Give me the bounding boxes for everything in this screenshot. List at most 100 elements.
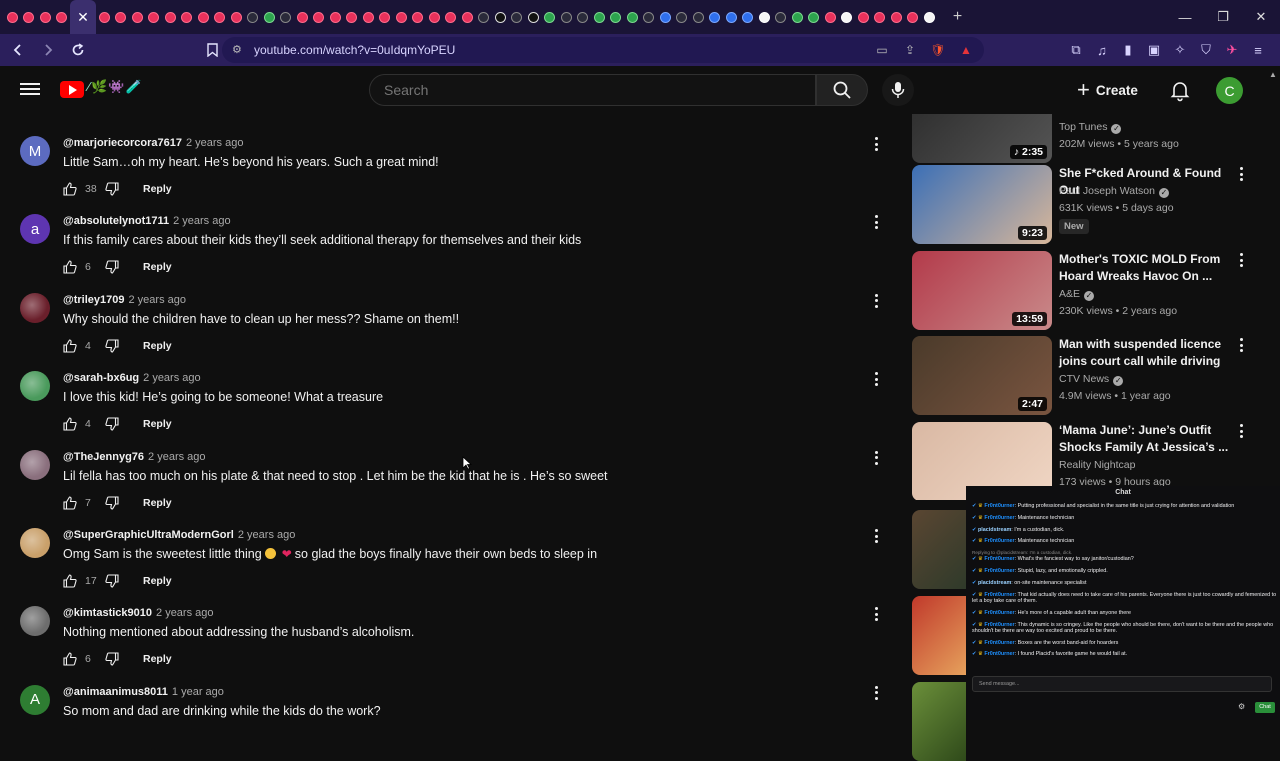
browser-tab[interactable] [21, 0, 38, 34]
share-icon[interactable]: ⇪ [900, 37, 920, 63]
browser-tab[interactable] [195, 0, 212, 34]
channel-name[interactable]: Paul Joseph Watson [1059, 185, 1155, 197]
video-thumbnail[interactable] [912, 510, 966, 589]
browser-tab[interactable] [54, 0, 71, 34]
browser-tab[interactable] [657, 0, 674, 34]
avatar[interactable] [20, 371, 50, 402]
minimize-button[interactable]: — [1166, 0, 1204, 34]
browser-tab[interactable] [146, 0, 163, 34]
browser-tab[interactable] [261, 0, 278, 34]
back-icon[interactable] [6, 38, 30, 62]
chat-username[interactable]: Fr0nt0urner [984, 515, 1014, 521]
avatar[interactable] [20, 449, 50, 480]
comment-more-options-icon[interactable] [872, 371, 880, 387]
browser-tab[interactable] [410, 0, 427, 34]
browser-tab[interactable] [707, 0, 724, 34]
chat-username[interactable]: Fr0nt0urner [984, 651, 1014, 657]
chat-username[interactable]: placidstream [978, 527, 1011, 533]
scroll-up-arrow-icon[interactable]: ▲ [1269, 70, 1277, 79]
video-more-options-icon[interactable] [1238, 167, 1244, 181]
browser-tab[interactable] [608, 0, 625, 34]
browser-tab[interactable] [921, 0, 938, 34]
browser-tab[interactable] [228, 0, 245, 34]
video-title[interactable]: ‘Mama June’: June’s Outfit Shocks Family… [1059, 422, 1229, 456]
comment-author[interactable]: @SuperGraphicUltraModernGorl [63, 529, 234, 541]
site-settings-icon[interactable]: ⚙ [232, 43, 242, 56]
video-thumbnail[interactable] [912, 682, 966, 761]
browser-tab[interactable] [740, 0, 757, 34]
voice-search-button[interactable] [882, 74, 914, 106]
new-tab-button[interactable]: + [946, 8, 970, 26]
comment-author[interactable]: @absolutelynot1711 [63, 215, 169, 227]
browser-tab[interactable] [344, 0, 361, 34]
browser-tab[interactable] [905, 0, 922, 34]
chat-username[interactable]: placidstream [978, 580, 1011, 586]
comment-timestamp[interactable]: 2 years ago [156, 607, 213, 619]
browser-tab[interactable] [888, 0, 905, 34]
browser-tab[interactable] [476, 0, 493, 34]
video-thumbnail[interactable]: 9:23 [912, 165, 1052, 244]
browser-tab[interactable] [179, 0, 196, 34]
thumbs-down-icon[interactable] [105, 496, 119, 510]
thumbs-up-icon[interactable] [63, 652, 77, 666]
thumbs-down-icon[interactable] [105, 652, 119, 666]
browser-tab[interactable] [459, 0, 476, 34]
browser-tab[interactable] [509, 0, 526, 34]
chat-username[interactable]: Fr0nt0urner [984, 568, 1014, 574]
browser-tab[interactable] [674, 0, 691, 34]
comment-timestamp[interactable]: 2 years ago [148, 451, 205, 463]
account-avatar[interactable]: C [1216, 77, 1243, 104]
comment-more-options-icon[interactable] [872, 136, 880, 152]
comment-more-options-icon[interactable] [872, 293, 880, 309]
cast-icon[interactable]: ▭ [872, 37, 892, 63]
browser-tab[interactable] [37, 0, 54, 34]
browser-tab[interactable] [443, 0, 460, 34]
chat-username[interactable]: Fr0nt0urner [984, 640, 1014, 646]
browser-tab[interactable] [723, 0, 740, 34]
thumbs-down-icon[interactable] [105, 417, 119, 431]
comment-timestamp[interactable]: 2 years ago [238, 529, 295, 541]
comment-timestamp[interactable]: 2 years ago [186, 137, 243, 149]
chat-input[interactable]: Send message... [972, 676, 1272, 692]
browser-tab[interactable] [393, 0, 410, 34]
channel-name[interactable]: Reality Nightcap [1059, 459, 1135, 471]
browser-tab[interactable] [129, 0, 146, 34]
browser-tab[interactable] [872, 0, 889, 34]
browser-tab[interactable] [558, 0, 575, 34]
avatar[interactable]: A [20, 684, 50, 715]
thumbs-up-icon[interactable] [63, 417, 77, 431]
active-tab-close-icon[interactable]: ✕ [70, 0, 96, 34]
browser-tab[interactable] [113, 0, 130, 34]
channel-name[interactable]: Top Tunes [1059, 121, 1107, 133]
search-input[interactable] [384, 82, 784, 98]
related-video[interactable]: 2:47 Man with suspended licence joins cou… [912, 336, 1272, 416]
browser-tab[interactable] [4, 0, 21, 34]
video-more-options-icon[interactable] [1238, 338, 1244, 352]
browser-tab[interactable] [789, 0, 806, 34]
comment-author[interactable]: @marjoriecorcora7617 [63, 137, 182, 149]
comment-timestamp[interactable]: 1 year ago [172, 686, 224, 698]
reply-button[interactable]: Reply [143, 653, 172, 665]
gear-icon[interactable]: ⚙ [1238, 702, 1248, 712]
reply-button[interactable]: Reply [143, 183, 172, 195]
avatar[interactable]: a [20, 214, 50, 245]
reload-icon[interactable] [66, 38, 90, 62]
extension-icon[interactable]: ✈ [1222, 38, 1242, 62]
browser-tab[interactable] [839, 0, 856, 34]
thumbs-down-icon[interactable] [105, 182, 119, 196]
chat-username[interactable]: Fr0nt0urner [984, 592, 1014, 598]
browser-tab[interactable] [96, 0, 113, 34]
search-button[interactable] [816, 74, 868, 106]
bookmark-icon[interactable] [200, 38, 224, 62]
create-button[interactable]: + Create [1077, 74, 1138, 106]
avatar[interactable]: M [20, 136, 50, 166]
chat-send-button[interactable]: Chat [1255, 702, 1275, 713]
browser-tab[interactable] [492, 0, 509, 34]
reply-button[interactable]: Reply [143, 261, 172, 273]
comment-author[interactable]: @animaanimus8011 [63, 686, 168, 698]
thumbs-up-icon[interactable] [63, 574, 77, 588]
video-thumbnail[interactable]: 2:47 [912, 336, 1052, 415]
chat-username[interactable]: Fr0nt0urner [984, 538, 1014, 544]
thumbs-down-icon[interactable] [105, 574, 119, 588]
channel-name[interactable]: A&E [1059, 288, 1080, 300]
